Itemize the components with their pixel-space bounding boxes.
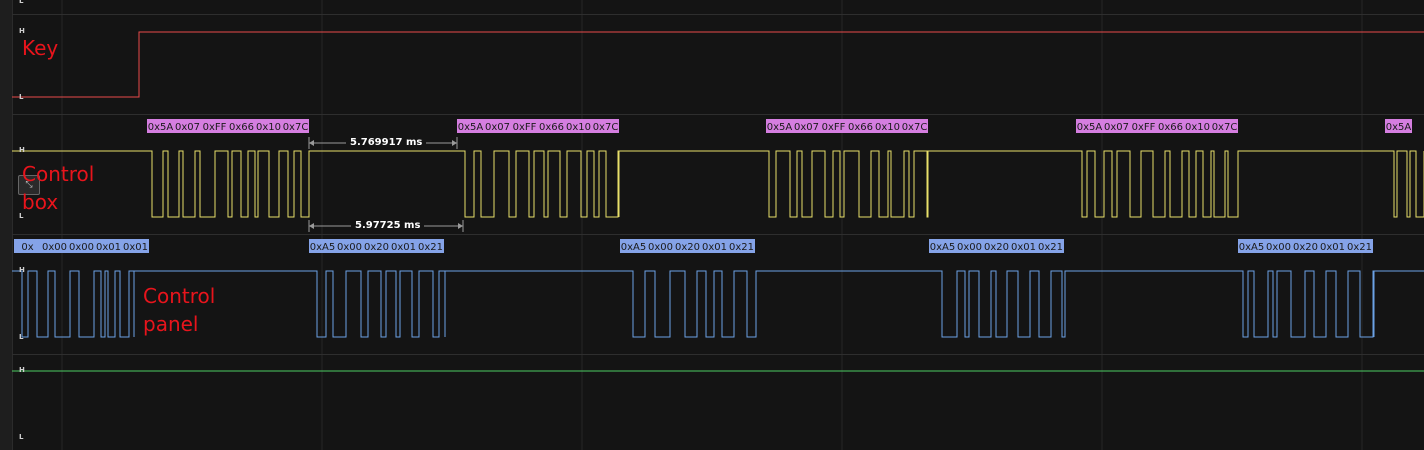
channel-label-control-box: Control box <box>22 162 95 214</box>
control-box-byte-label: 0xFF <box>822 122 846 133</box>
control-panel-byte-label: 0x20 <box>1293 242 1318 253</box>
control-box-byte-label: 0x66 <box>1158 122 1183 133</box>
control-panel-byte-label: 0x01 <box>96 242 121 253</box>
control-box-byte-label: 0x7C <box>593 122 619 133</box>
control-box-byte-label: 0x07 <box>485 122 510 133</box>
control-box-byte-label: 0x10 <box>566 122 591 133</box>
control-panel-byte-label: 0x <box>21 242 33 253</box>
control-box-byte-label: 0xFF <box>513 122 537 133</box>
control-panel-byte-label: 0x21 <box>418 242 443 253</box>
panel-high-marker: H <box>19 266 25 274</box>
measurement-lower: 5.97725 ms <box>351 219 425 232</box>
control-panel-byte-label: 0xA5 <box>930 242 955 253</box>
control-box-byte-label: 0x7C <box>1212 122 1238 133</box>
control-panel-byte-label: 0x00 <box>957 242 982 253</box>
key-low-marker: L <box>19 93 24 101</box>
control-box-byte-label: 0x5A <box>767 122 793 133</box>
control-panel-byte-label: 0xA5 <box>1239 242 1264 253</box>
control-panel-byte-label: 0x01 <box>702 242 727 253</box>
control-panel-byte-label: 0x20 <box>675 242 700 253</box>
channel-label-key: Key <box>22 36 59 60</box>
row-separator <box>12 114 1424 115</box>
row-separator <box>12 234 1424 235</box>
control-panel-byte-label: 0x21 <box>1038 242 1063 253</box>
control-panel-byte-label: 0x21 <box>1347 242 1372 253</box>
control-box-byte-label: 0x10 <box>875 122 900 133</box>
control-panel-byte-label: 0x01 <box>1011 242 1036 253</box>
control-box-byte-label: 0x66 <box>848 122 873 133</box>
control-panel-byte-label: 0x00 <box>42 242 67 253</box>
measurement-upper: 5.769917 ms <box>346 136 427 149</box>
control-box-byte-label: 0x7C <box>902 122 928 133</box>
control-box-byte-label: 0x5A <box>1077 122 1103 133</box>
measurement-lower-arrowhead <box>458 223 463 229</box>
control-box-byte-label: 0x5A <box>1386 122 1412 133</box>
control-panel-byte-label: 0x00 <box>69 242 94 253</box>
control-box-byte-label: 0x07 <box>175 122 200 133</box>
logic-analyzer-view: 0x5A 0x07 0xFF 0x66 0x10 0x7C 0x5A 0x07 0xFF 0x66… <box>0 0 1424 450</box>
control-box-byte-label: 0x07 <box>794 122 819 133</box>
control-box-waveform <box>12 150 1424 218</box>
control-box-byte-label: 0x07 <box>1104 122 1129 133</box>
top-level-marker: L <box>19 0 24 5</box>
row-separator <box>12 354 1424 355</box>
key-waveform <box>12 31 1424 98</box>
control-panel-byte-label: 0x01 <box>391 242 416 253</box>
control-panel-byte-label: 0xA5 <box>310 242 335 253</box>
control-box-byte-label: 0xFF <box>1132 122 1156 133</box>
control-panel-byte-label: 0x20 <box>364 242 389 253</box>
control-box-byte-label: 0x10 <box>256 122 281 133</box>
control-box-byte-label: 0x7C <box>283 122 309 133</box>
control-box-byte-label: 0xFF <box>203 122 227 133</box>
control-box-byte-label: 0x5A <box>458 122 484 133</box>
ch4-low-marker: L <box>19 433 24 441</box>
waveform-canvas[interactable]: 0x5A 0x07 0xFF 0x66 0x10 0x7C 0x5A 0x07 0xFF 0x66… <box>0 0 1424 450</box>
channel-label-control-panel: Control panel <box>143 284 216 336</box>
control-box-byte-label: 0x66 <box>539 122 564 133</box>
panel-low-marker: L <box>19 333 24 341</box>
control-box-byte-label: 0x10 <box>1185 122 1210 133</box>
row-separator <box>12 14 1424 15</box>
control-panel-byte-label: 0x01 <box>1320 242 1345 253</box>
box-high-marker: H <box>19 146 25 154</box>
measurement-upper-arrowhead <box>452 140 457 146</box>
ch4-high-marker: H <box>19 366 25 374</box>
control-panel-byte-label: 0x21 <box>729 242 754 253</box>
control-panel-byte-label: 0x00 <box>1266 242 1291 253</box>
control-panel-byte-label: 0x20 <box>984 242 1009 253</box>
measurement-lower-arrowhead <box>309 223 314 229</box>
control-panel-byte-label: 0x01 <box>123 242 148 253</box>
control-panel-byte-label: 0xA5 <box>621 242 646 253</box>
control-box-byte-label: 0x5A <box>148 122 174 133</box>
control-panel-byte-label: 0x00 <box>337 242 362 253</box>
control-panel-byte-label: 0x00 <box>648 242 673 253</box>
control-box-byte-label: 0x66 <box>229 122 254 133</box>
measurement-upper-arrowhead <box>309 140 314 146</box>
